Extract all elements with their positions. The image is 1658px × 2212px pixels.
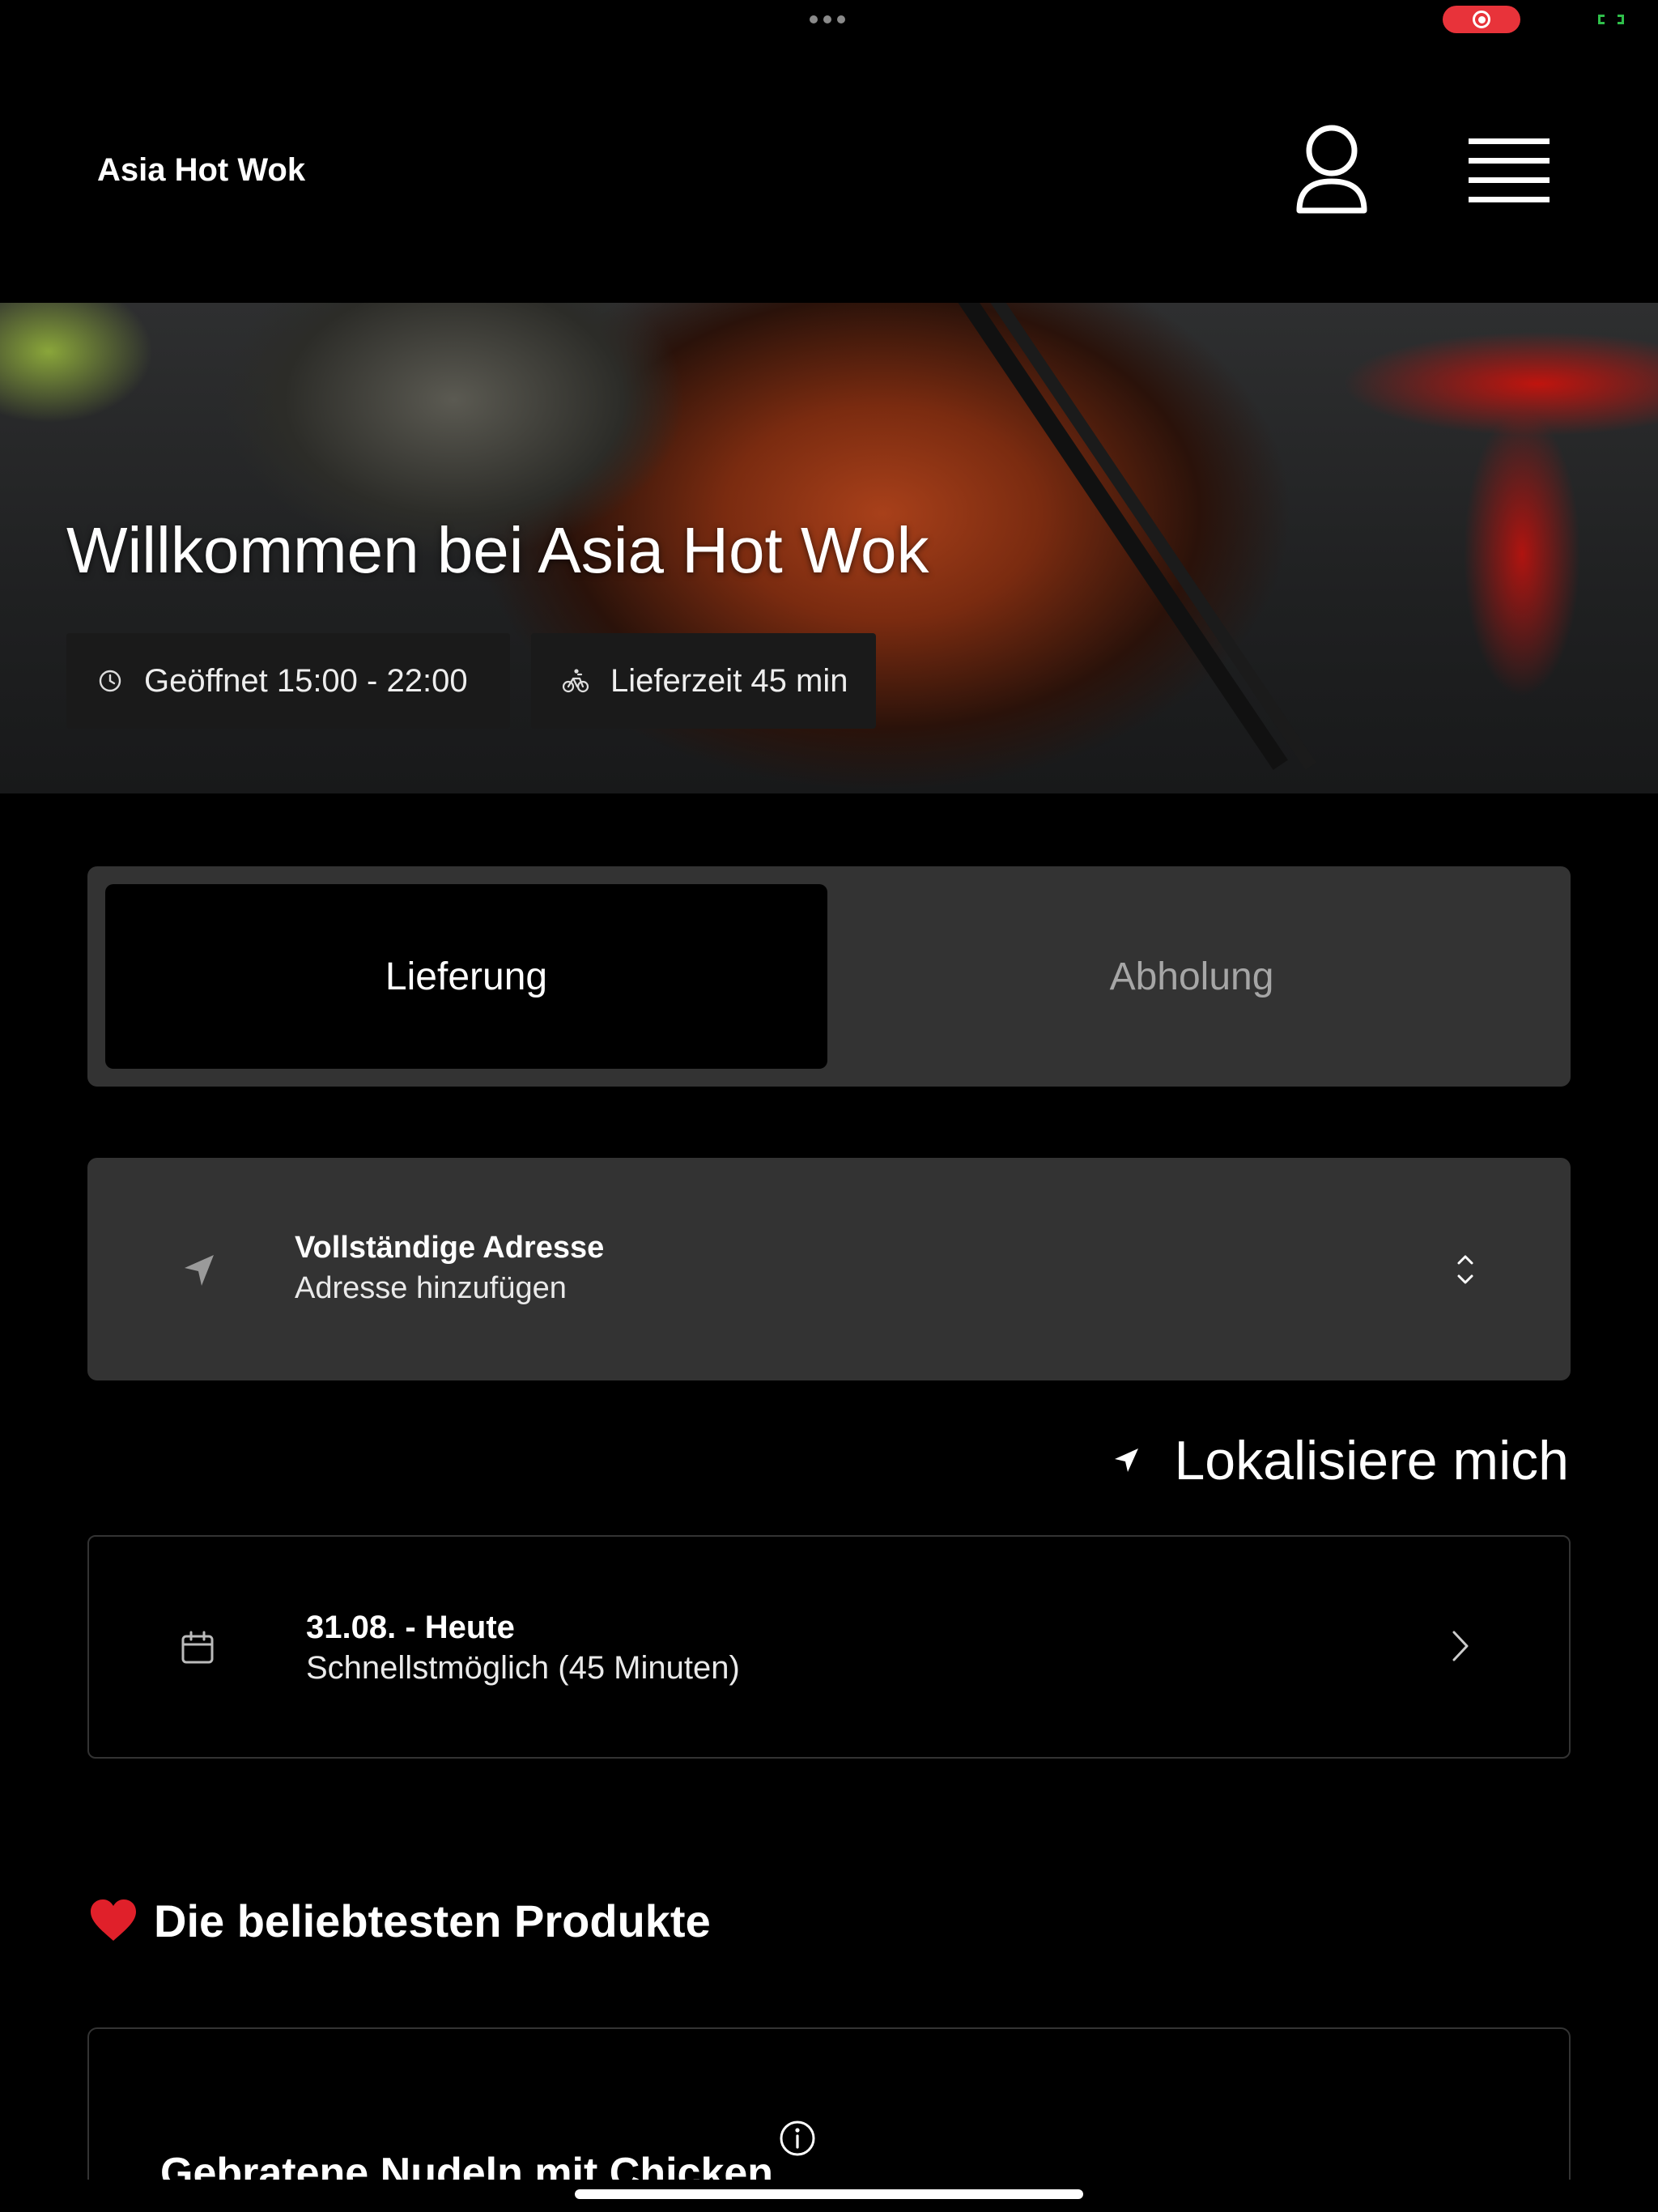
tab-pickup[interactable]: Abholung: [831, 884, 1553, 1069]
location-arrow-icon: [1115, 1448, 1139, 1472]
info-icon[interactable]: [779, 2120, 816, 2157]
hero-title: Willkommen bei Asia Hot Wok: [66, 514, 929, 586]
user-icon[interactable]: [1291, 123, 1372, 220]
hero-image-chopstick: [980, 303, 1316, 770]
calendar-icon: [181, 1631, 214, 1664]
delivery-time-option: Schnellstmöglich (45 Minuten): [306, 1650, 740, 1686]
delivery-time-selector[interactable]: 31.08. - Heute Schnellstmöglich (45 Minu…: [87, 1535, 1571, 1759]
delivery-date: 31.08. - Heute: [306, 1610, 515, 1645]
address-label: Vollständige Adresse: [295, 1231, 605, 1265]
address-selector[interactable]: Vollständige Adresse Adresse hinzufügen: [87, 1158, 1571, 1380]
hamburger-menu-icon[interactable]: [1467, 134, 1551, 206]
home-indicator[interactable]: [575, 2189, 1083, 2199]
opening-hours-text: Geöffnet 15:00 - 22:00: [144, 662, 468, 699]
order-mode-toggle: Lieferung Abholung: [87, 866, 1571, 1087]
brand-name[interactable]: Asia Hot Wok: [97, 152, 305, 189]
hero-banner: Willkommen bei Asia Hot Wok Geöffnet 15:…: [0, 303, 1658, 793]
locate-me-button[interactable]: Lokalisiere mich: [1112, 1429, 1569, 1492]
hero-image-chopstick: [947, 303, 1288, 770]
locate-me-label: Lokalisiere mich: [1174, 1430, 1569, 1491]
section-heading-popular: Die beliebtesten Produkte: [89, 1895, 711, 1947]
delivery-time-text: Lieferzeit 45 min: [610, 662, 848, 699]
address-value: Adresse hinzufügen: [295, 1271, 567, 1305]
section-heading-text: Die beliebtesten Produkte: [154, 1895, 711, 1946]
delivery-time-chip: Lieferzeit 45 min: [531, 633, 876, 729]
opening-hours-chip: Geöffnet 15:00 - 22:00: [66, 633, 510, 729]
bicycle-icon: [562, 669, 589, 693]
chevron-up-down-icon: [1457, 1255, 1473, 1284]
chevron-right-icon: [1452, 1631, 1469, 1661]
heart-icon: [91, 1899, 136, 1941]
app-header: Asia Hot Wok: [0, 0, 1658, 303]
clock-icon: [99, 670, 121, 692]
location-arrow-icon: [185, 1255, 214, 1286]
tab-delivery[interactable]: Lieferung: [105, 884, 827, 1069]
